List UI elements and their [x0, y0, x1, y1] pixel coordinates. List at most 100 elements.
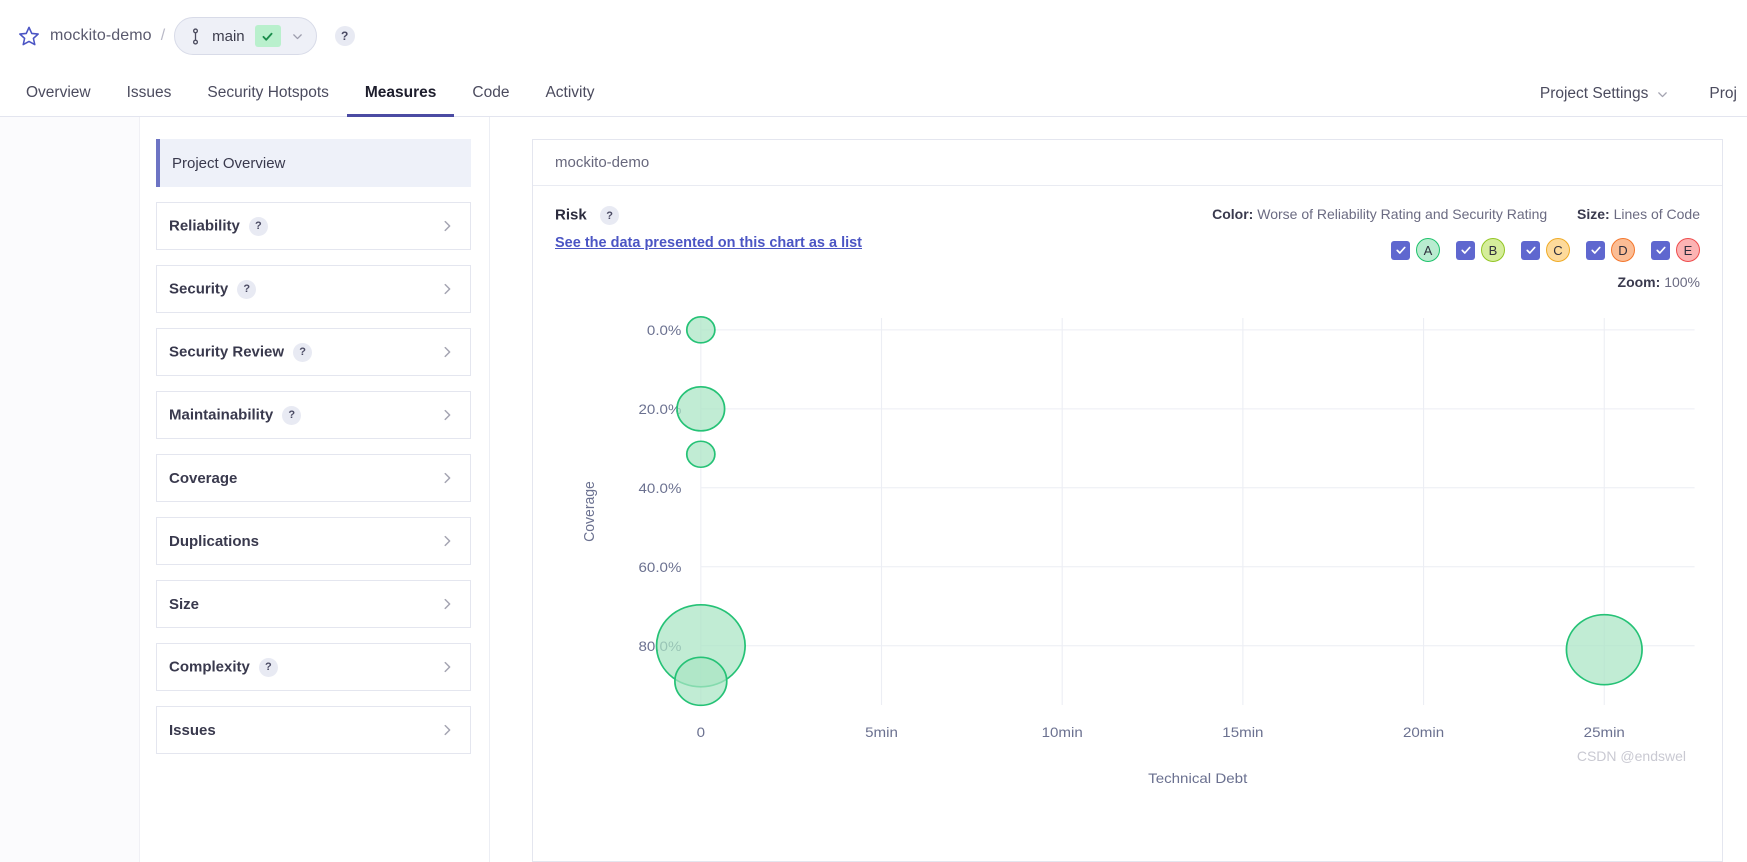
check-icon	[1395, 246, 1406, 254]
rating-filter-e[interactable]: E	[1651, 238, 1700, 262]
tab-label: Code	[472, 84, 510, 101]
help-icon[interactable]: ?	[237, 279, 257, 299]
chevron-right-icon	[444, 283, 451, 295]
chart-title-row: Risk ?	[555, 206, 862, 225]
sidebar-item-label: Coverage	[169, 469, 238, 487]
sidebar-item-complexity[interactable]: Complexity?	[156, 643, 471, 691]
project-information-label: Proj	[1709, 85, 1737, 102]
y-axis-label: Coverage	[581, 481, 598, 542]
sidebar-item-label: Duplications	[169, 532, 260, 550]
rating-filter-list: A B C D E	[1212, 238, 1700, 262]
project-information-menu[interactable]: Proj	[1709, 85, 1737, 103]
project-settings-menu[interactable]: Project Settings	[1540, 85, 1670, 103]
card-header: mockito-demo	[533, 140, 1722, 186]
chart-bubble[interactable]	[685, 316, 716, 344]
tab-activity[interactable]: Activity	[527, 72, 612, 117]
chevron-down-icon	[1658, 91, 1668, 97]
rating-badge-c[interactable]: C	[1546, 238, 1570, 262]
tab-label: Measures	[364, 84, 437, 101]
sidebar-item-coverage[interactable]: Coverage	[156, 454, 471, 502]
x-axis-tick-label: 0	[697, 725, 705, 740]
bubble-chart[interactable]: 0.0%20.0%40.0%60.0%80.0% 05min10min15min…	[555, 300, 1700, 787]
branch-selector[interactable]: main	[174, 17, 317, 55]
sidebar-item-issues[interactable]: Issues	[156, 706, 471, 754]
rating-badge-e[interactable]: E	[1676, 238, 1700, 262]
check-icon	[1590, 246, 1601, 254]
tab-security-hotspots[interactable]: Security Hotspots	[189, 72, 346, 117]
sidebar-item-security[interactable]: Security?	[156, 265, 471, 313]
help-icon[interactable]: ?	[293, 342, 313, 362]
chevron-right-icon	[444, 220, 451, 232]
tab-code[interactable]: Code	[454, 72, 527, 117]
rating-checkbox-b[interactable]	[1456, 240, 1475, 260]
bubble-chart-svg[interactable]: 0.0%20.0%40.0%60.0%80.0% 05min10min15min…	[555, 300, 1700, 787]
sidebar-item-label: Complexity	[169, 658, 250, 676]
y-axis-tick-label: 20.0%	[639, 402, 682, 417]
sidebar-item-label: Project Overview	[172, 154, 286, 172]
sidebar-item-label: Security Review	[169, 343, 285, 361]
top-bar: mockito-demo / main ?	[0, 0, 1747, 72]
rating-badge-a[interactable]: A	[1416, 238, 1440, 262]
chevron-right-icon	[444, 661, 451, 673]
chart-bubble[interactable]	[676, 386, 726, 432]
chart-bubbles[interactable]	[655, 316, 1643, 707]
chevron-right-icon	[444, 472, 451, 484]
see-data-as-list-link[interactable]: See the data presented on this chart as …	[555, 235, 862, 251]
project-settings-label: Project Settings	[1539, 85, 1649, 102]
breadcrumb-project-name[interactable]: mockito-demo	[50, 27, 152, 45]
rating-badge-b[interactable]: B	[1481, 238, 1505, 262]
x-axis-ticks: 0 5min 10min 15min 20min 25min	[697, 725, 1625, 740]
rating-checkbox-c[interactable]	[1521, 240, 1540, 260]
rating-checkbox-d[interactable]	[1586, 240, 1605, 260]
chart-bubble[interactable]	[685, 440, 716, 469]
help-icon[interactable]: ?	[282, 405, 302, 425]
color-value: Worse of Reliability Rating and Security…	[1257, 206, 1548, 222]
chart-bubble[interactable]	[1565, 613, 1643, 686]
x-axis-tick-label: 25min	[1584, 725, 1625, 740]
rating-filter-d[interactable]: D	[1586, 238, 1635, 262]
chart-title: Risk	[555, 206, 587, 224]
nav-tab-list: Overview Issues Security Hotspots Measur…	[8, 72, 613, 117]
sidebar-item-label: Security	[169, 280, 229, 298]
sidebar-item-duplications[interactable]: Duplications	[156, 517, 471, 565]
x-axis-tick-label: 15min	[1222, 725, 1263, 740]
rating-badge-d[interactable]: D	[1611, 238, 1635, 262]
color-label: Color:	[1212, 206, 1254, 222]
x-axis-tick-label: 5min	[865, 725, 898, 740]
help-icon[interactable]: ?	[248, 216, 268, 236]
sidebar-item-reliability[interactable]: Reliability?	[156, 202, 471, 250]
tab-label: Activity	[545, 84, 595, 101]
sidebar-item-label: Maintainability	[169, 406, 274, 424]
zoom-label: Zoom:	[1617, 274, 1661, 290]
rating-checkbox-e[interactable]	[1651, 240, 1670, 260]
sidebar-item-project-overview[interactable]: Project Overview	[156, 139, 471, 187]
check-icon	[262, 32, 273, 41]
rating-filter-c[interactable]: C	[1521, 238, 1570, 262]
rating-filter-a[interactable]: A	[1391, 238, 1440, 262]
help-icon[interactable]: ?	[334, 26, 355, 46]
sidebar-item-label: Size	[169, 595, 200, 613]
size-value: Lines of Code	[1613, 206, 1700, 222]
sidebar-item-maintainability[interactable]: Maintainability?	[156, 391, 471, 439]
sidebar-item-security-review[interactable]: Security Review?	[156, 328, 471, 376]
help-icon[interactable]: ?	[258, 657, 278, 677]
nav-right-actions: Project Settings Proj	[1540, 72, 1747, 116]
risk-chart-card: mockito-demo Risk ? See the data present…	[532, 139, 1723, 862]
sidebar-item-size[interactable]: Size	[156, 580, 471, 628]
chart-legend: Color: Worse of Reliability Rating and S…	[1212, 206, 1700, 290]
tab-issues[interactable]: Issues	[109, 72, 190, 117]
chart-bubble[interactable]	[674, 656, 728, 707]
help-icon[interactable]: ?	[600, 206, 620, 225]
branch-quality-gate-status	[254, 25, 281, 47]
rating-filter-b[interactable]: B	[1456, 238, 1505, 262]
star-icon[interactable]	[18, 25, 40, 47]
rating-checkbox-a[interactable]	[1391, 240, 1410, 260]
y-axis-tick-label: 40.0%	[639, 481, 682, 496]
chevron-down-icon[interactable]	[291, 30, 304, 43]
legend-meta-row: Color: Worse of Reliability Rating and S…	[1212, 206, 1700, 222]
tab-overview[interactable]: Overview	[8, 72, 109, 117]
zoom-indicator: Zoom: 100%	[1212, 274, 1700, 290]
chart-header: Risk ? See the data presented on this ch…	[555, 206, 1700, 290]
tab-measures[interactable]: Measures	[346, 72, 455, 117]
sidebar-item-label: Issues	[169, 721, 216, 739]
